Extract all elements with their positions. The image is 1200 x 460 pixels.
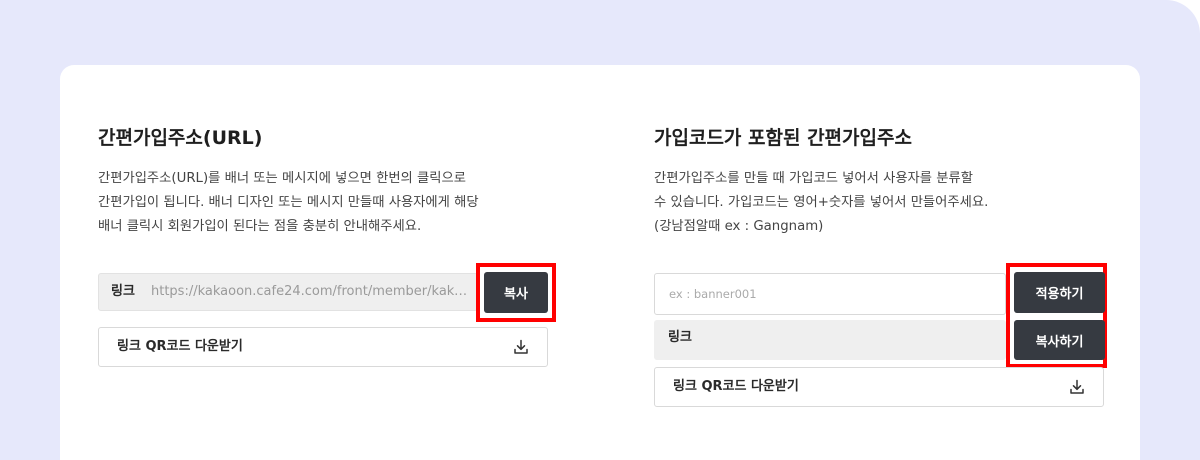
section-description: 간편가입주소를 만들 때 가입코드 넣어서 사용자를 분류할 수 있습니다. 가… — [654, 167, 1124, 239]
section-title: 가입코드가 포함된 간편가입주소 — [654, 127, 912, 149]
description-line: 간편가입주소(URL)를 배너 또는 메시지에 넣으면 한번의 클릭으로 — [98, 171, 466, 186]
download-icon — [1070, 379, 1084, 394]
description-line: 배너 클릭시 회원가입이 된다는 점을 충분히 안내해주세요. — [98, 219, 422, 234]
apply-button[interactable]: 적용하기 — [1014, 272, 1105, 313]
main-card: 간편가입주소(URL) 간편가입주소(URL)를 배너 또는 메시지에 넣으면 … — [60, 65, 1140, 460]
code-link-display: 링크 — [654, 320, 1006, 360]
qr-download-label: 링크 QR코드 다운받기 — [117, 339, 243, 354]
link-label: 링크 — [668, 330, 692, 345]
qr-download-button[interactable]: 링크 QR코드 다운받기 — [98, 327, 548, 367]
description-line: 간편가입주소를 만들 때 가입코드 넣어서 사용자를 분류할 — [654, 171, 973, 186]
section-title: 간편가입주소(URL) — [98, 127, 263, 149]
description-line: 수 있습니다. 가입코드는 영어+숫자를 넣어서 만들어주세요. — [654, 195, 989, 210]
link-display: 링크 https://kakaoon.cafe24.com/front/memb… — [98, 273, 478, 311]
qr-download-button[interactable]: 링크 QR코드 다운받기 — [654, 367, 1104, 407]
copy-button[interactable]: 복사 — [484, 272, 548, 313]
copy-link-button[interactable]: 복사하기 — [1014, 320, 1105, 360]
download-icon — [514, 339, 528, 354]
link-url[interactable]: https://kakaoon.cafe24.com/front/member/… — [151, 274, 469, 310]
qr-download-label: 링크 QR코드 다운받기 — [673, 379, 799, 394]
description-line: (강남점알때 ex : Gangnam) — [654, 219, 824, 234]
description-line: 간편가입이 됩니다. 배너 디자인 또는 메시지 만들때 사용자에게 해당 — [98, 195, 479, 210]
link-label: 링크 — [111, 284, 135, 299]
section-description: 간편가입주소(URL)를 배너 또는 메시지에 넣으면 한번의 클릭으로 간편가… — [98, 167, 568, 239]
signup-code-input[interactable] — [654, 273, 1006, 315]
